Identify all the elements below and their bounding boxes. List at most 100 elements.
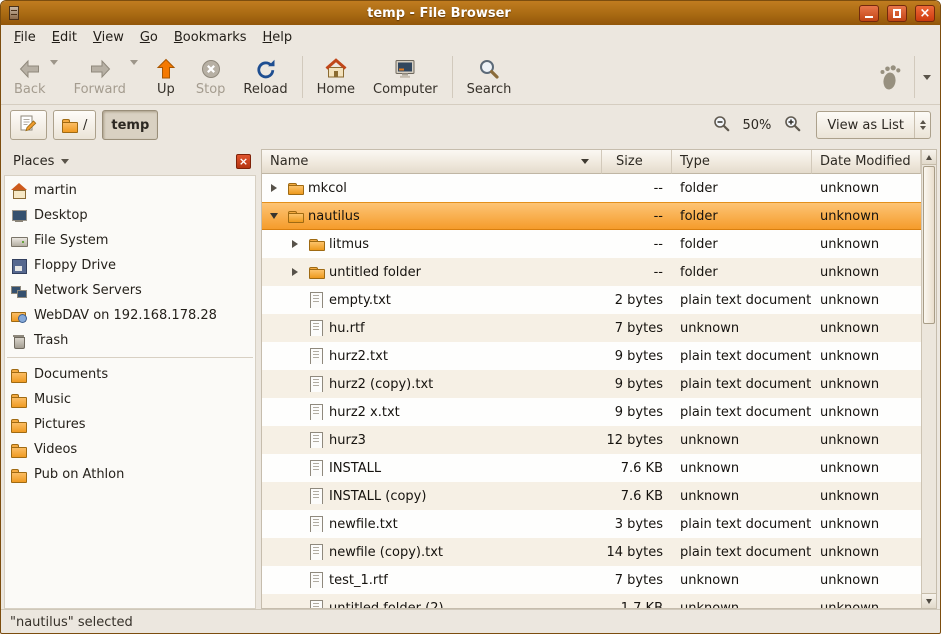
- sidebar-item-pub-on-athlon[interactable]: Pub on Athlon: [5, 462, 255, 487]
- expander-icon[interactable]: [287, 264, 303, 280]
- menu-bookmarks[interactable]: Bookmarks: [166, 27, 255, 48]
- up-icon: [154, 56, 178, 81]
- computer-button[interactable]: Computer: [364, 53, 447, 101]
- file-size: --: [602, 237, 672, 252]
- computer-icon: [393, 56, 417, 81]
- column-label: Size: [616, 154, 643, 169]
- zoom-out-icon: [713, 115, 730, 136]
- file-row[interactable]: newfile (copy).txt14 bytesplain text doc…: [262, 538, 921, 566]
- close-sidebar-button[interactable]: [236, 154, 251, 169]
- file-name-cell: INSTALL: [262, 460, 602, 476]
- desktop-icon: [11, 208, 27, 224]
- sidebar-item-videos[interactable]: Videos: [5, 437, 255, 462]
- sidebar-item-desktop[interactable]: Desktop: [5, 203, 255, 228]
- menu-help[interactable]: Help: [255, 27, 301, 48]
- close-button[interactable]: [915, 5, 935, 22]
- scroll-up-button[interactable]: [922, 150, 936, 165]
- file-row[interactable]: untitled folder--folderunknown: [262, 258, 921, 286]
- expander-icon[interactable]: [287, 236, 303, 252]
- folder-icon: [308, 264, 324, 280]
- sidebar-item-pictures[interactable]: Pictures: [5, 412, 255, 437]
- file-row[interactable]: hurz2 (copy).txt9 bytesplain text docume…: [262, 370, 921, 398]
- menu-view[interactable]: View: [85, 27, 132, 48]
- minimize-button[interactable]: [859, 5, 879, 22]
- file-size: 7 bytes: [602, 573, 672, 588]
- zoom-out-button[interactable]: [710, 112, 734, 138]
- file-row[interactable]: hurz2 x.txt9 bytesplain text documentunk…: [262, 398, 921, 426]
- menu-edit[interactable]: Edit: [44, 27, 85, 48]
- sidebar-item-floppy-drive[interactable]: Floppy Drive: [5, 253, 255, 278]
- file-date-modified: unknown: [812, 433, 921, 448]
- file-row[interactable]: hurz312 bytesunknownunknown: [262, 426, 921, 454]
- column-header-date-modified[interactable]: Date Modified: [812, 150, 921, 174]
- sidebar-item-webdav-on-192-168-178-28[interactable]: WebDAV on 192.168.178.28: [5, 303, 255, 328]
- menu-file[interactable]: File: [6, 27, 44, 48]
- file-type: plain text document: [672, 545, 812, 560]
- file-row[interactable]: INSTALL7.6 KBunknownunknown: [262, 454, 921, 482]
- file-icon: [308, 516, 324, 532]
- sidebar-item-file-system[interactable]: File System: [5, 228, 255, 253]
- zoom-in-button[interactable]: [780, 112, 804, 138]
- reload-button[interactable]: Reload: [234, 53, 296, 101]
- column-header-type[interactable]: Type: [672, 150, 812, 174]
- network-icon: [11, 283, 27, 299]
- sidebar-item-music[interactable]: Music: [5, 387, 255, 412]
- view-mode-combobox[interactable]: View as List: [816, 111, 931, 139]
- path-button-root[interactable]: /: [53, 110, 96, 140]
- sidebar-item-documents[interactable]: Documents: [5, 362, 255, 387]
- home-button[interactable]: Home: [308, 53, 364, 101]
- file-row[interactable]: empty.txt2 bytesplain text documentunkno…: [262, 286, 921, 314]
- toggle-location-entry-button[interactable]: [10, 110, 47, 140]
- file-row[interactable]: hu.rtf7 bytesunknownunknown: [262, 314, 921, 342]
- sidebar-item-label: Network Servers: [34, 283, 142, 298]
- forward-dropdown-arrow[interactable]: [130, 65, 139, 80]
- file-row[interactable]: untitled folder (2)1.7 KBunknownunknown: [262, 594, 921, 609]
- places-sidebar: Places martinDesktopFile SystemFloppy Dr…: [4, 149, 256, 609]
- file-row[interactable]: litmus--folderunknown: [262, 230, 921, 258]
- file-type: folder: [672, 181, 812, 196]
- scroll-thumb[interactable]: [923, 166, 935, 324]
- back-dropdown-arrow[interactable]: [50, 65, 59, 80]
- sidebar-item-martin[interactable]: martin: [5, 178, 255, 203]
- menu-go[interactable]: Go: [132, 27, 166, 48]
- scroll-down-button[interactable]: [922, 593, 936, 608]
- file-browser-window: temp - File Browser File Edit View Go Bo…: [0, 0, 941, 634]
- toolbar-button-label: Computer: [373, 82, 438, 97]
- window-title: temp - File Browser: [27, 6, 851, 21]
- sidebar-item-trash[interactable]: Trash: [5, 328, 255, 353]
- toolbar-overflow-button[interactable]: [920, 55, 934, 99]
- file-row[interactable]: nautilus--folderunknown: [262, 202, 921, 230]
- chevron-down-icon: [61, 159, 69, 164]
- vertical-scrollbar[interactable]: [921, 150, 936, 608]
- file-row[interactable]: hurz2.txt9 bytesplain text documentunkno…: [262, 342, 921, 370]
- expander-icon[interactable]: [266, 208, 282, 224]
- file-name-cell: newfile.txt: [262, 516, 602, 532]
- file-size: --: [602, 181, 672, 196]
- file-name: hu.rtf: [329, 321, 365, 336]
- file-type: unknown: [672, 461, 812, 476]
- stop-button[interactable]: Stop: [187, 53, 235, 101]
- maximize-button[interactable]: [887, 5, 907, 22]
- expander-icon[interactable]: [266, 180, 282, 196]
- file-name: litmus: [329, 237, 369, 252]
- file-row[interactable]: INSTALL (copy)7.6 KBunknownunknown: [262, 482, 921, 510]
- file-row[interactable]: newfile.txt3 bytesplain text documentunk…: [262, 510, 921, 538]
- file-date-modified: unknown: [812, 573, 921, 588]
- file-date-modified: unknown: [812, 265, 921, 280]
- folder-icon: [287, 208, 303, 224]
- sidebar-item-network-servers[interactable]: Network Servers: [5, 278, 255, 303]
- search-button[interactable]: Search: [458, 53, 521, 101]
- column-header-size[interactable]: Size: [602, 150, 672, 174]
- file-date-modified: unknown: [812, 237, 921, 252]
- file-name: newfile.txt: [329, 517, 398, 532]
- up-button[interactable]: Up: [145, 53, 187, 101]
- file-row[interactable]: test_1.rtf7 bytesunknownunknown: [262, 566, 921, 594]
- back-button[interactable]: Back: [5, 53, 55, 101]
- column-header-name[interactable]: Name: [262, 150, 602, 174]
- forward-button[interactable]: Forward: [65, 53, 135, 101]
- path-button-current[interactable]: temp: [102, 110, 158, 140]
- file-row[interactable]: mkcol--folderunknown: [262, 174, 921, 202]
- toolbar-button-label: Reload: [243, 82, 287, 97]
- places-selector-button[interactable]: Places: [6, 152, 76, 171]
- titlebar[interactable]: temp - File Browser: [1, 1, 940, 25]
